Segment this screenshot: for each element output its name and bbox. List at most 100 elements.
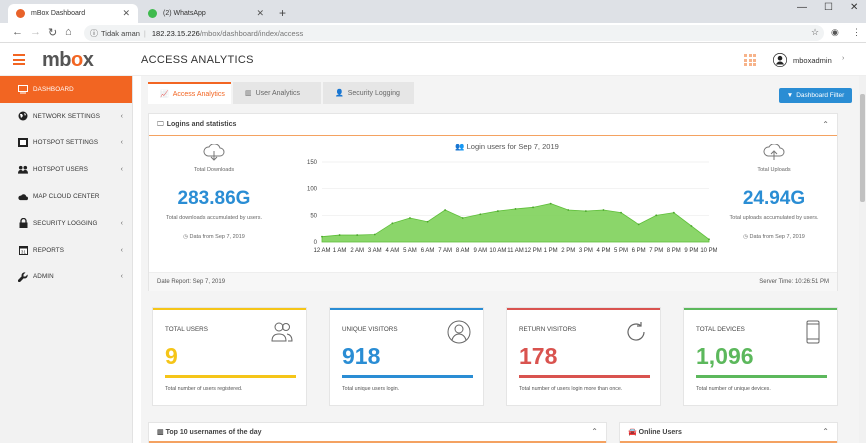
collapse-icon[interactable]: ⌃ [822, 120, 829, 129]
monitor-icon [18, 84, 28, 94]
sidebar-item-security-logging[interactable]: SECURITY LOGGING ‹ [0, 210, 132, 237]
card-value: 918 [342, 343, 381, 369]
info-icon[interactable]: ⓘ [90, 28, 98, 39]
chevron-left-icon: ‹ [120, 112, 123, 120]
x-tick-label: 10 AM [489, 248, 506, 254]
card-title: TOTAL USERS [165, 326, 208, 333]
data-point [391, 222, 394, 225]
data-point [602, 209, 605, 211]
card-title: UNIQUE VISITORS [342, 326, 398, 333]
new-tab-icon[interactable]: + [279, 6, 286, 20]
collapse-icon[interactable]: ⌃ [591, 427, 598, 436]
panel-header: 🖵 Logins and statistics ⌃ [149, 114, 837, 136]
data-point [549, 202, 552, 205]
sidebar-item-admin[interactable]: ADMIN ‹ [0, 264, 132, 291]
x-tick-label: 3 PM [579, 248, 593, 254]
filter-icon: ▼ [786, 92, 794, 99]
browser-menu-icon[interactable]: ⋮ [852, 27, 861, 38]
chevron-left-icon: ‹ [120, 139, 123, 147]
data-point [690, 225, 693, 227]
cloud-upload-icon [719, 143, 829, 164]
uploads-stat: Total Uploads 24.94G Total uploads accum… [719, 143, 829, 240]
mbox-favicon-icon [16, 9, 25, 18]
minimize-icon[interactable]: — [797, 2, 807, 13]
downloads-foot: ◷ Data from Sep 7, 2019 [183, 234, 245, 240]
refresh-icon [627, 322, 645, 341]
x-tick-label: 3 AM [368, 248, 382, 254]
x-tick-label: 9 PM [684, 248, 698, 254]
card-bar [342, 375, 473, 378]
sidebar-item-hotspot-settings[interactable]: HOTSPOT SETTINGS ‹ [0, 130, 132, 157]
tab-access-analytics[interactable]: 📈 Access Analytics [148, 82, 231, 104]
maximize-icon[interactable]: ☐ [824, 2, 833, 13]
close-window-icon[interactable]: ✕ [850, 2, 858, 13]
dashboard-filter-button[interactable]: ▼ Dashboard Filter [779, 88, 852, 103]
sidebar: DASHBOARD NETWORK SETTINGS ‹ HOTSPOT SET… [0, 76, 133, 443]
uploads-label: Total Uploads [757, 167, 791, 173]
sidebar-item-label: DASHBOARD [33, 85, 74, 93]
x-tick-label: 12 PM [524, 248, 541, 254]
online-users-panel: 🚘 Online Users ⌃ [619, 422, 838, 443]
card-bar [519, 375, 650, 378]
bookmark-star-icon[interactable]: ☆ [811, 27, 819, 38]
username-label[interactable]: mboxadmin [793, 56, 832, 65]
forward-icon[interactable]: → [30, 26, 41, 38]
data-point [497, 210, 499, 212]
card-total-devices: TOTAL DEVICES 1,096 Total number of uniq… [683, 307, 838, 406]
lock-icon [18, 218, 28, 229]
uploads-value: 24.94G [742, 188, 806, 209]
logins-body: Total Downloads 283.86G Total downloads … [149, 136, 837, 272]
chevron-left-icon: ‹ [120, 166, 123, 174]
uploads-foot: ◷ Data from Sep 7, 2019 [743, 234, 805, 240]
x-tick-label: 5 AM [403, 248, 417, 254]
sidebar-item-map-cloud-center[interactable]: MAP CLOUD CENTER [0, 183, 132, 210]
chart-title-text: Login users for Sep 7, 2019 [466, 142, 559, 151]
tab-security-logging[interactable]: 👤 Security Logging [323, 82, 414, 104]
uploads-desc: Total uploads accumulated by users. [729, 215, 819, 221]
back-icon[interactable]: ← [12, 26, 23, 38]
browser-tab-whatsapp[interactable]: (2) WhatsApp ✕ [140, 4, 272, 23]
collapse-icon[interactable]: ⌃ [822, 427, 829, 436]
hamburger-menu-icon[interactable] [13, 54, 25, 65]
avatar[interactable] [773, 53, 787, 67]
login-chart: 👥 Login users for Sep 7, 2019 0 50 100 150 1… [297, 142, 717, 272]
wrench-icon [18, 272, 28, 282]
url-path: /mbox/dashboard/index/access [199, 28, 304, 38]
browser-tab-mbox[interactable]: mBox Dashboard ✕ [8, 4, 138, 23]
downloads-label: Total Downloads [193, 167, 235, 173]
extension-icon[interactable]: ◉ [831, 27, 839, 38]
url-field[interactable]: ⓘ Tidak aman | 182.23.15.226/mbox/dashbo… [84, 25, 824, 41]
apps-grid-icon[interactable] [744, 54, 756, 66]
reload-icon[interactable]: ↻ [48, 26, 57, 39]
card-value: 1,096 [696, 343, 754, 369]
online-users-title: 🚘 Online Users [628, 429, 682, 436]
sidebar-item-hotspot-users[interactable]: HOTSPOT USERS ‹ [0, 156, 132, 183]
card-total-users: TOTAL USERS 9 Total number of users regi… [152, 307, 307, 406]
data-point [479, 213, 482, 216]
sidebar-item-network-settings[interactable]: NETWORK SETTINGS ‹ [0, 103, 132, 130]
tab-user-analytics[interactable]: ▥ User Analytics [233, 82, 321, 104]
sidebar-item-reports[interactable]: 31 REPORTS ‹ [0, 237, 132, 264]
sidebar-item-dashboard[interactable]: DASHBOARD [0, 76, 132, 103]
sidebar-item-label: NETWORK SETTINGS [33, 112, 101, 120]
users-small-icon: 👥 [455, 142, 465, 151]
scrollbar-thumb[interactable] [860, 94, 865, 202]
y-tick-label: 100 [307, 187, 318, 193]
data-point [637, 223, 640, 226]
mobile-icon [806, 320, 820, 344]
home-icon[interactable]: ⌂ [65, 26, 72, 38]
chevron-right-icon[interactable]: › [842, 55, 844, 62]
scrollbar[interactable] [859, 76, 866, 443]
report-date: Date Report: Sep 7, 2019 [157, 279, 226, 285]
chevron-left-icon: ‹ [120, 273, 123, 281]
downloads-stat: Total Downloads 283.86G Total downloads … [159, 143, 269, 240]
close-tab-icon[interactable]: ✕ [256, 8, 264, 19]
mbox-logo[interactable]: mbox [42, 49, 94, 72]
x-tick-label: 4 AM [386, 248, 400, 254]
monitor-small-icon: 🖵 [157, 120, 164, 128]
chart-title: 👥 Login users for Sep 7, 2019 [297, 142, 717, 151]
data-point [532, 206, 534, 209]
card-desc: Total number of unique devices. [696, 386, 771, 392]
close-tab-icon[interactable]: ✕ [122, 8, 130, 19]
dashboard-filter-label: Dashboard Filter [796, 92, 845, 99]
